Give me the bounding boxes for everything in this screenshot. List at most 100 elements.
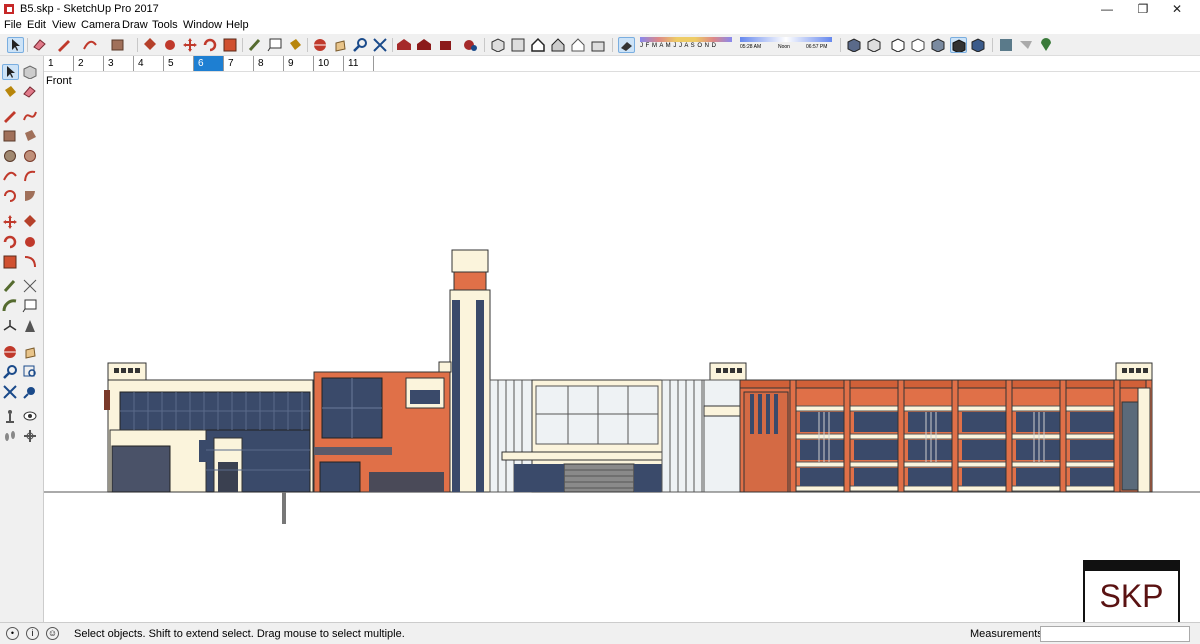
rotate-tool[interactable] xyxy=(2,234,19,250)
rectangle-tool[interactable] xyxy=(2,128,19,144)
freehand-tool[interactable] xyxy=(22,108,39,124)
move-tool-button[interactable] xyxy=(182,37,199,53)
text-tool-button[interactable] xyxy=(267,37,284,53)
scene-tab-1[interactable]: 1 xyxy=(44,56,74,71)
zoom-extents-tool[interactable] xyxy=(2,384,19,400)
paint-bucket-tool-button[interactable] xyxy=(287,37,304,53)
make-component-tool[interactable] xyxy=(22,64,39,80)
orbit-tool-button[interactable] xyxy=(312,37,329,53)
user-account-icon[interactable]: ☺ xyxy=(46,627,59,640)
orbit-tool[interactable] xyxy=(2,344,19,360)
warehouse-button[interactable] xyxy=(396,37,413,53)
shaded-style-button[interactable] xyxy=(930,37,947,53)
shadows-toggle-button[interactable] xyxy=(618,37,635,53)
menu-tools[interactable]: Tools xyxy=(152,19,178,31)
line-tool-button[interactable] xyxy=(56,37,73,53)
three-point-arc-tool[interactable] xyxy=(2,188,19,204)
eraser-tool[interactable] xyxy=(22,84,39,100)
layout-button[interactable] xyxy=(998,37,1015,53)
geo-location-icon[interactable]: • xyxy=(6,627,19,640)
look-around-tool[interactable] xyxy=(22,408,39,424)
pan-tool-button[interactable] xyxy=(332,37,349,53)
rotated-rectangle-tool[interactable] xyxy=(22,128,39,144)
scene-tab-6[interactable]: 6 xyxy=(194,56,224,71)
follow-me-tool[interactable] xyxy=(22,234,39,250)
walk-tool[interactable] xyxy=(2,428,19,444)
scene-tab-9[interactable]: 9 xyxy=(284,56,314,71)
scene-tab-8[interactable]: 8 xyxy=(254,56,284,71)
menu-edit[interactable]: Edit xyxy=(27,19,46,31)
xray-style-button[interactable] xyxy=(846,37,863,53)
paint-bucket-tool[interactable] xyxy=(2,84,19,100)
close-button[interactable]: ✕ xyxy=(1154,0,1200,18)
shaded-textures-style-button[interactable] xyxy=(950,37,967,54)
scene-tab-11[interactable]: 11 xyxy=(344,56,374,71)
text-tool[interactable] xyxy=(22,298,39,314)
view-left-button[interactable] xyxy=(590,37,607,53)
menu-view[interactable]: View xyxy=(52,19,76,31)
view-top-button[interactable] xyxy=(510,37,527,53)
share-model-button[interactable] xyxy=(416,37,433,53)
position-camera-tool[interactable] xyxy=(2,408,19,424)
hidden-line-style-button[interactable] xyxy=(910,37,927,53)
extension-warehouse-button[interactable] xyxy=(462,37,479,53)
add-location-button[interactable] xyxy=(1038,37,1055,53)
rotate-tool-button[interactable] xyxy=(202,37,219,53)
pan-tool[interactable] xyxy=(22,344,39,360)
arc-tool[interactable] xyxy=(2,168,19,184)
menu-window[interactable]: Window xyxy=(183,19,222,31)
menu-help[interactable]: Help xyxy=(226,19,249,31)
scene-tab-10[interactable]: 10 xyxy=(314,56,344,71)
two-point-arc-tool[interactable] xyxy=(22,168,39,184)
follow-me-tool-button[interactable] xyxy=(162,37,179,53)
move-tool[interactable] xyxy=(2,214,19,230)
scene-tab-2[interactable]: 2 xyxy=(74,56,104,71)
line-tool[interactable] xyxy=(2,108,19,124)
eraser-tool-button[interactable] xyxy=(32,37,49,53)
scene-tab-4[interactable]: 4 xyxy=(134,56,164,71)
rectangle-tool-button[interactable] xyxy=(110,37,127,53)
drawing-viewport[interactable]: Front xyxy=(44,72,1200,622)
section-plane-tool[interactable] xyxy=(22,428,39,444)
push-pull-tool[interactable] xyxy=(22,214,39,230)
tape-measure-tool-button[interactable] xyxy=(247,37,264,53)
back-edges-style-button[interactable] xyxy=(866,37,883,53)
previous-view-tool[interactable] xyxy=(22,384,39,400)
view-front-button[interactable] xyxy=(530,37,547,53)
polygon-tool[interactable] xyxy=(22,148,39,164)
select-tool-button[interactable] xyxy=(7,37,24,53)
circle-tool[interactable] xyxy=(2,148,19,164)
zoom-extents-tool-button[interactable] xyxy=(372,37,389,53)
scene-tab-3[interactable]: 3 xyxy=(104,56,134,71)
push-pull-tool-button[interactable] xyxy=(142,37,159,53)
scale-tool[interactable] xyxy=(2,254,19,270)
measurements-input[interactable] xyxy=(1040,626,1190,642)
menu-draw[interactable]: Draw xyxy=(122,19,148,31)
view-back-button[interactable] xyxy=(570,37,587,53)
view-iso-button[interactable] xyxy=(490,37,507,53)
zoom-tool-button[interactable] xyxy=(352,37,369,53)
style-builder-button[interactable] xyxy=(1018,37,1035,53)
scene-tab-7[interactable]: 7 xyxy=(224,56,254,71)
scale-tool-button[interactable] xyxy=(222,37,239,53)
time-slider[interactable]: 05:28 AM Noon 06:57 PM xyxy=(740,37,832,53)
credits-icon[interactable]: i xyxy=(26,627,39,640)
scene-tab-5[interactable]: 5 xyxy=(164,56,194,71)
tape-measure-tool[interactable] xyxy=(2,278,19,294)
select-tool[interactable] xyxy=(2,64,19,80)
protractor-tool[interactable] xyxy=(2,298,19,314)
pie-tool[interactable] xyxy=(22,188,39,204)
view-right-button[interactable] xyxy=(550,37,567,53)
arc-tool-button[interactable] xyxy=(82,37,99,53)
menu-file[interactable]: File xyxy=(4,19,22,31)
share-component-button[interactable] xyxy=(438,37,455,53)
zoom-tool[interactable] xyxy=(2,364,19,380)
offset-tool[interactable] xyxy=(22,254,39,270)
month-slider[interactable]: J F M A M J J A S O N D xyxy=(640,37,732,53)
monochrome-style-button[interactable] xyxy=(970,37,987,53)
zoom-window-tool[interactable] xyxy=(22,364,39,380)
axes-tool[interactable] xyxy=(2,318,19,334)
3d-text-tool[interactable] xyxy=(22,318,39,334)
dimension-tool[interactable] xyxy=(22,278,39,294)
menu-camera[interactable]: Camera xyxy=(81,19,120,31)
